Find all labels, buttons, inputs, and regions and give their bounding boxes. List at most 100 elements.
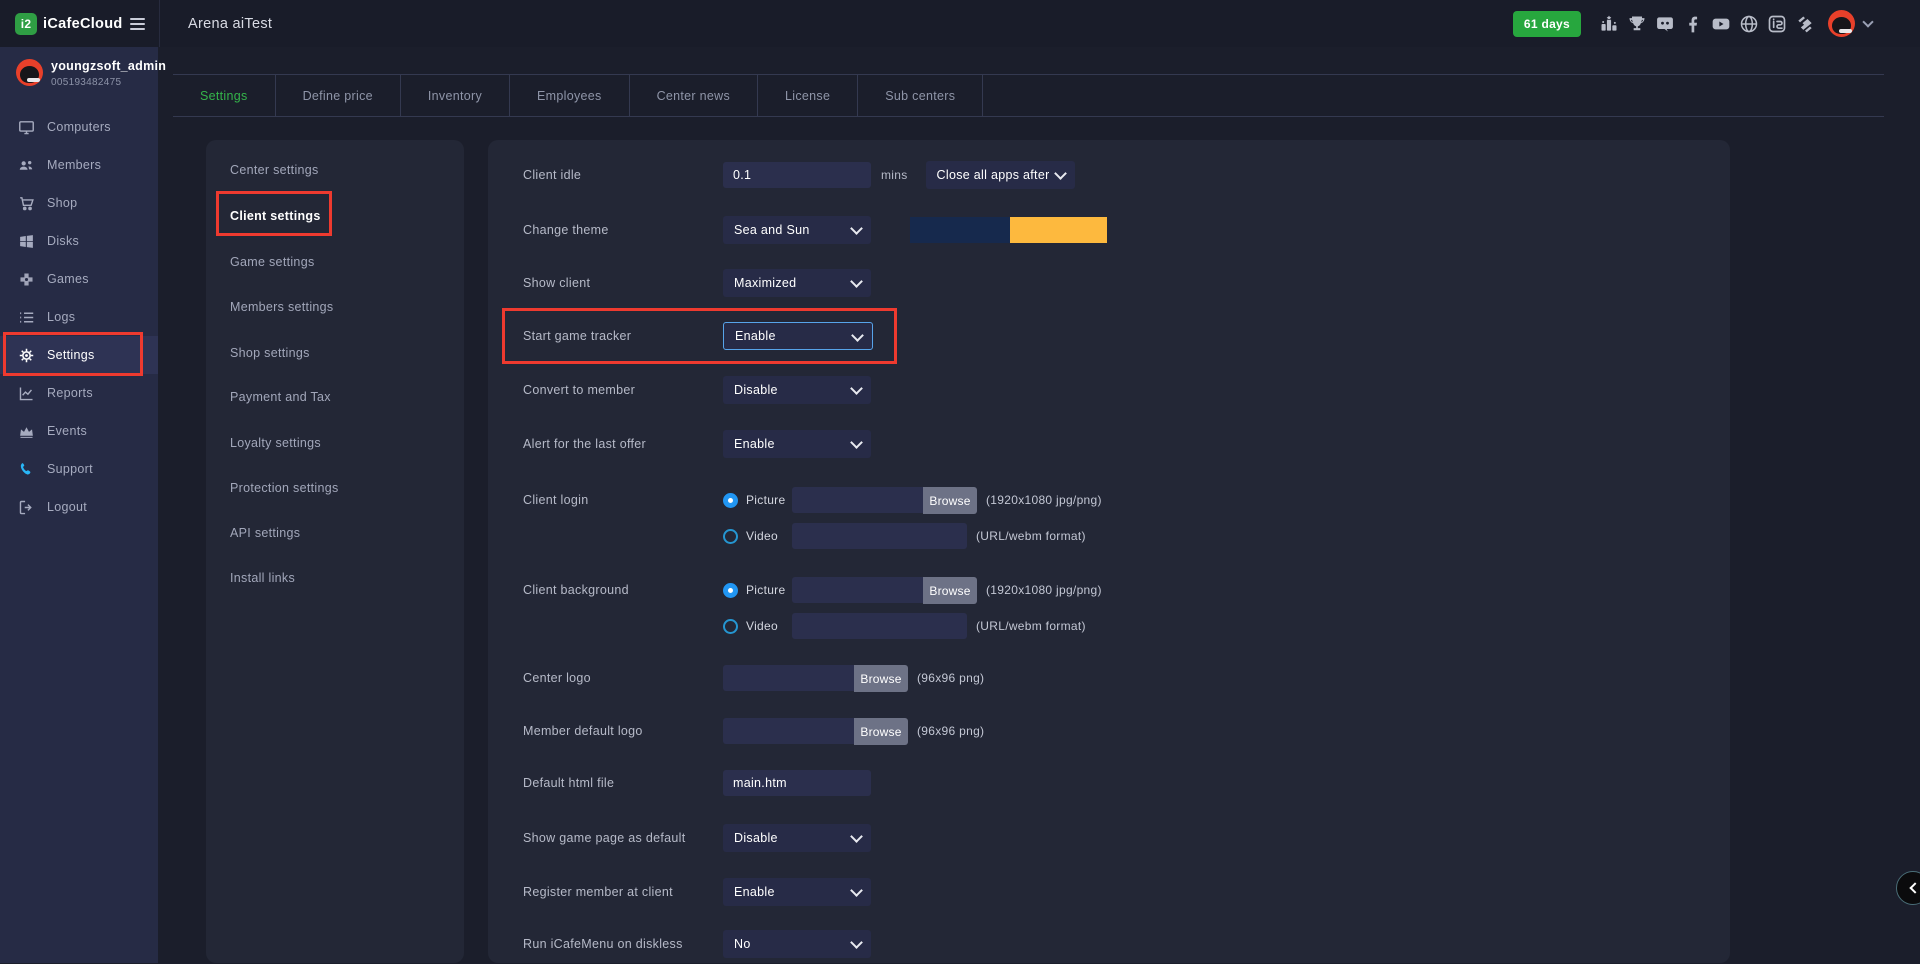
client-background-video-input[interactable] [792, 613, 967, 639]
user-avatar[interactable] [1828, 10, 1855, 37]
cart-icon [18, 195, 35, 212]
client-login-picture-browse-button[interactable]: Browse [923, 487, 977, 514]
chevron-down-icon[interactable] [1862, 16, 1873, 27]
start-game-tracker-select[interactable]: Enable [723, 322, 873, 350]
field-label: Client login [523, 480, 718, 520]
trophy-icon[interactable] [1626, 13, 1648, 35]
subnav-protection-settings[interactable]: Protection settings [230, 478, 339, 498]
radio-label: Video [746, 619, 792, 633]
run-icafemenu-select[interactable]: No [723, 930, 871, 958]
center-name: Arena aiTest [188, 16, 272, 32]
row-client-background: Client background Picture Browse (1920x1… [523, 570, 1714, 650]
format-hint: (URL/webm format) [976, 619, 1086, 633]
sidebar-item-computers[interactable]: Computers [0, 108, 158, 146]
members-icon [18, 157, 35, 174]
settings-subnav-panel: Center settings Client settings Game set… [206, 140, 464, 963]
subnav-install-links[interactable]: Install links [230, 568, 295, 588]
youngzsoft-mark-icon[interactable] [1794, 13, 1816, 35]
sidebar-item-support[interactable]: Support [0, 450, 158, 488]
tab-license[interactable]: License [758, 75, 858, 116]
client-background-picture-radio[interactable] [723, 583, 738, 598]
field-label: Start game tracker [523, 316, 718, 356]
format-hint: (URL/webm format) [976, 529, 1086, 543]
client-background-picture-browse-button[interactable]: Browse [923, 577, 977, 604]
field-label: Change theme [523, 210, 718, 250]
tab-center-news[interactable]: Center news [630, 75, 758, 116]
globe-icon[interactable] [1738, 13, 1760, 35]
gear-icon [18, 347, 35, 364]
client-idle-mode-select[interactable]: Close all apps after ch [926, 161, 1075, 189]
chevron-left-icon [1909, 882, 1920, 893]
show-client-select[interactable]: Maximized [723, 269, 871, 297]
tab-employees[interactable]: Employees [510, 75, 630, 116]
subnav-loyalty-settings[interactable]: Loyalty settings [230, 433, 321, 453]
alert-last-offer-select[interactable]: Enable [723, 430, 871, 458]
client-login-video-input[interactable] [792, 523, 967, 549]
ranking-icon[interactable] [1598, 13, 1620, 35]
row-alert-last-offer: Alert for the last offer Enable [523, 424, 1714, 464]
client-login-picture-input[interactable] [792, 487, 923, 513]
app-header: i2 iCafeCloud Arena aiTest 61 days [0, 0, 1920, 47]
client-background-picture-input[interactable] [792, 577, 923, 603]
tab-sub-centers[interactable]: Sub centers [858, 75, 983, 116]
show-game-page-select[interactable]: Disable [723, 824, 871, 852]
tab-settings[interactable]: Settings [173, 75, 276, 116]
sidebar-item-events[interactable]: Events [0, 412, 158, 450]
sidebar-item-games[interactable]: Games [0, 260, 158, 298]
sidebar-item-logout[interactable]: Logout [0, 488, 158, 526]
tab-define-price[interactable]: Define price [276, 75, 401, 116]
youtube-icon[interactable] [1710, 13, 1732, 35]
register-member-select[interactable]: Enable [723, 878, 871, 906]
sidebar-item-disks[interactable]: Disks [0, 222, 158, 260]
field-label: Alert for the last offer [523, 424, 718, 464]
discord-icon[interactable] [1654, 13, 1676, 35]
member-default-logo-browse-button[interactable]: Browse [854, 718, 908, 745]
sidebar-item-logs[interactable]: Logs [0, 298, 158, 336]
row-register-member: Register member at client Enable [523, 872, 1714, 912]
subnav-client-settings[interactable]: Client settings [230, 206, 321, 226]
ninja-avatar-icon [20, 66, 39, 83]
windows-icon [18, 233, 35, 250]
client-background-video-radio[interactable] [723, 619, 738, 634]
sidebar-item-shop[interactable]: Shop [0, 184, 158, 222]
list-icon [18, 309, 35, 326]
row-start-game-tracker: Start game tracker Enable [523, 316, 1714, 356]
facebook-icon[interactable] [1682, 13, 1704, 35]
sidebar-item-settings[interactable]: Settings [0, 336, 158, 374]
client-idle-input[interactable] [723, 162, 871, 188]
subnav-api-settings[interactable]: API settings [230, 523, 300, 543]
row-member-default-logo: Member default logo Browse (96x96 png) [523, 711, 1714, 751]
row-show-client: Show client Maximized [523, 263, 1714, 303]
menu-toggle-icon[interactable] [130, 15, 145, 33]
default-html-file-input[interactable] [723, 770, 871, 796]
row-client-idle: Client idle mins Close all apps after ch [523, 155, 1714, 195]
field-label: Member default logo [523, 711, 718, 751]
sidebar-item-members[interactable]: Members [0, 146, 158, 184]
center-logo-input[interactable] [723, 665, 854, 691]
tab-inventory[interactable]: Inventory [401, 75, 510, 116]
radio-label: Picture [746, 493, 792, 507]
client-login-video-radio[interactable] [723, 529, 738, 544]
client-settings-form-panel: Client idle mins Close all apps after ch… [488, 140, 1730, 963]
convert-to-member-select[interactable]: Disable [723, 376, 871, 404]
icafecloud-mark-icon[interactable] [1766, 13, 1788, 35]
subnav-shop-settings[interactable]: Shop settings [230, 343, 310, 363]
monitor-icon [18, 119, 35, 136]
client-login-picture-radio[interactable] [723, 493, 738, 508]
sidebar-user-avatar[interactable] [16, 59, 43, 86]
license-days-badge[interactable]: 61 days [1513, 11, 1581, 37]
subnav-game-settings[interactable]: Game settings [230, 252, 315, 272]
sidebar-nav: Computers Members Shop Disks Games Logs … [0, 108, 158, 526]
subnav-payment-and-tax[interactable]: Payment and Tax [230, 387, 331, 407]
member-default-logo-input[interactable] [723, 718, 854, 744]
format-hint: (1920x1080 jpg/png) [986, 583, 1102, 597]
radio-label: Picture [746, 583, 792, 597]
subnav-center-settings[interactable]: Center settings [230, 160, 319, 180]
row-run-icafemenu: Run iCafeMenu on diskless No [523, 924, 1714, 964]
sidebar-item-reports[interactable]: Reports [0, 374, 158, 412]
tabs-divider-bottom [173, 116, 1884, 117]
center-logo-browse-button[interactable]: Browse [854, 665, 908, 692]
change-theme-select[interactable]: Sea and Sun [723, 216, 871, 244]
panel-collapse-button[interactable] [1896, 871, 1920, 905]
subnav-members-settings[interactable]: Members settings [230, 297, 333, 317]
